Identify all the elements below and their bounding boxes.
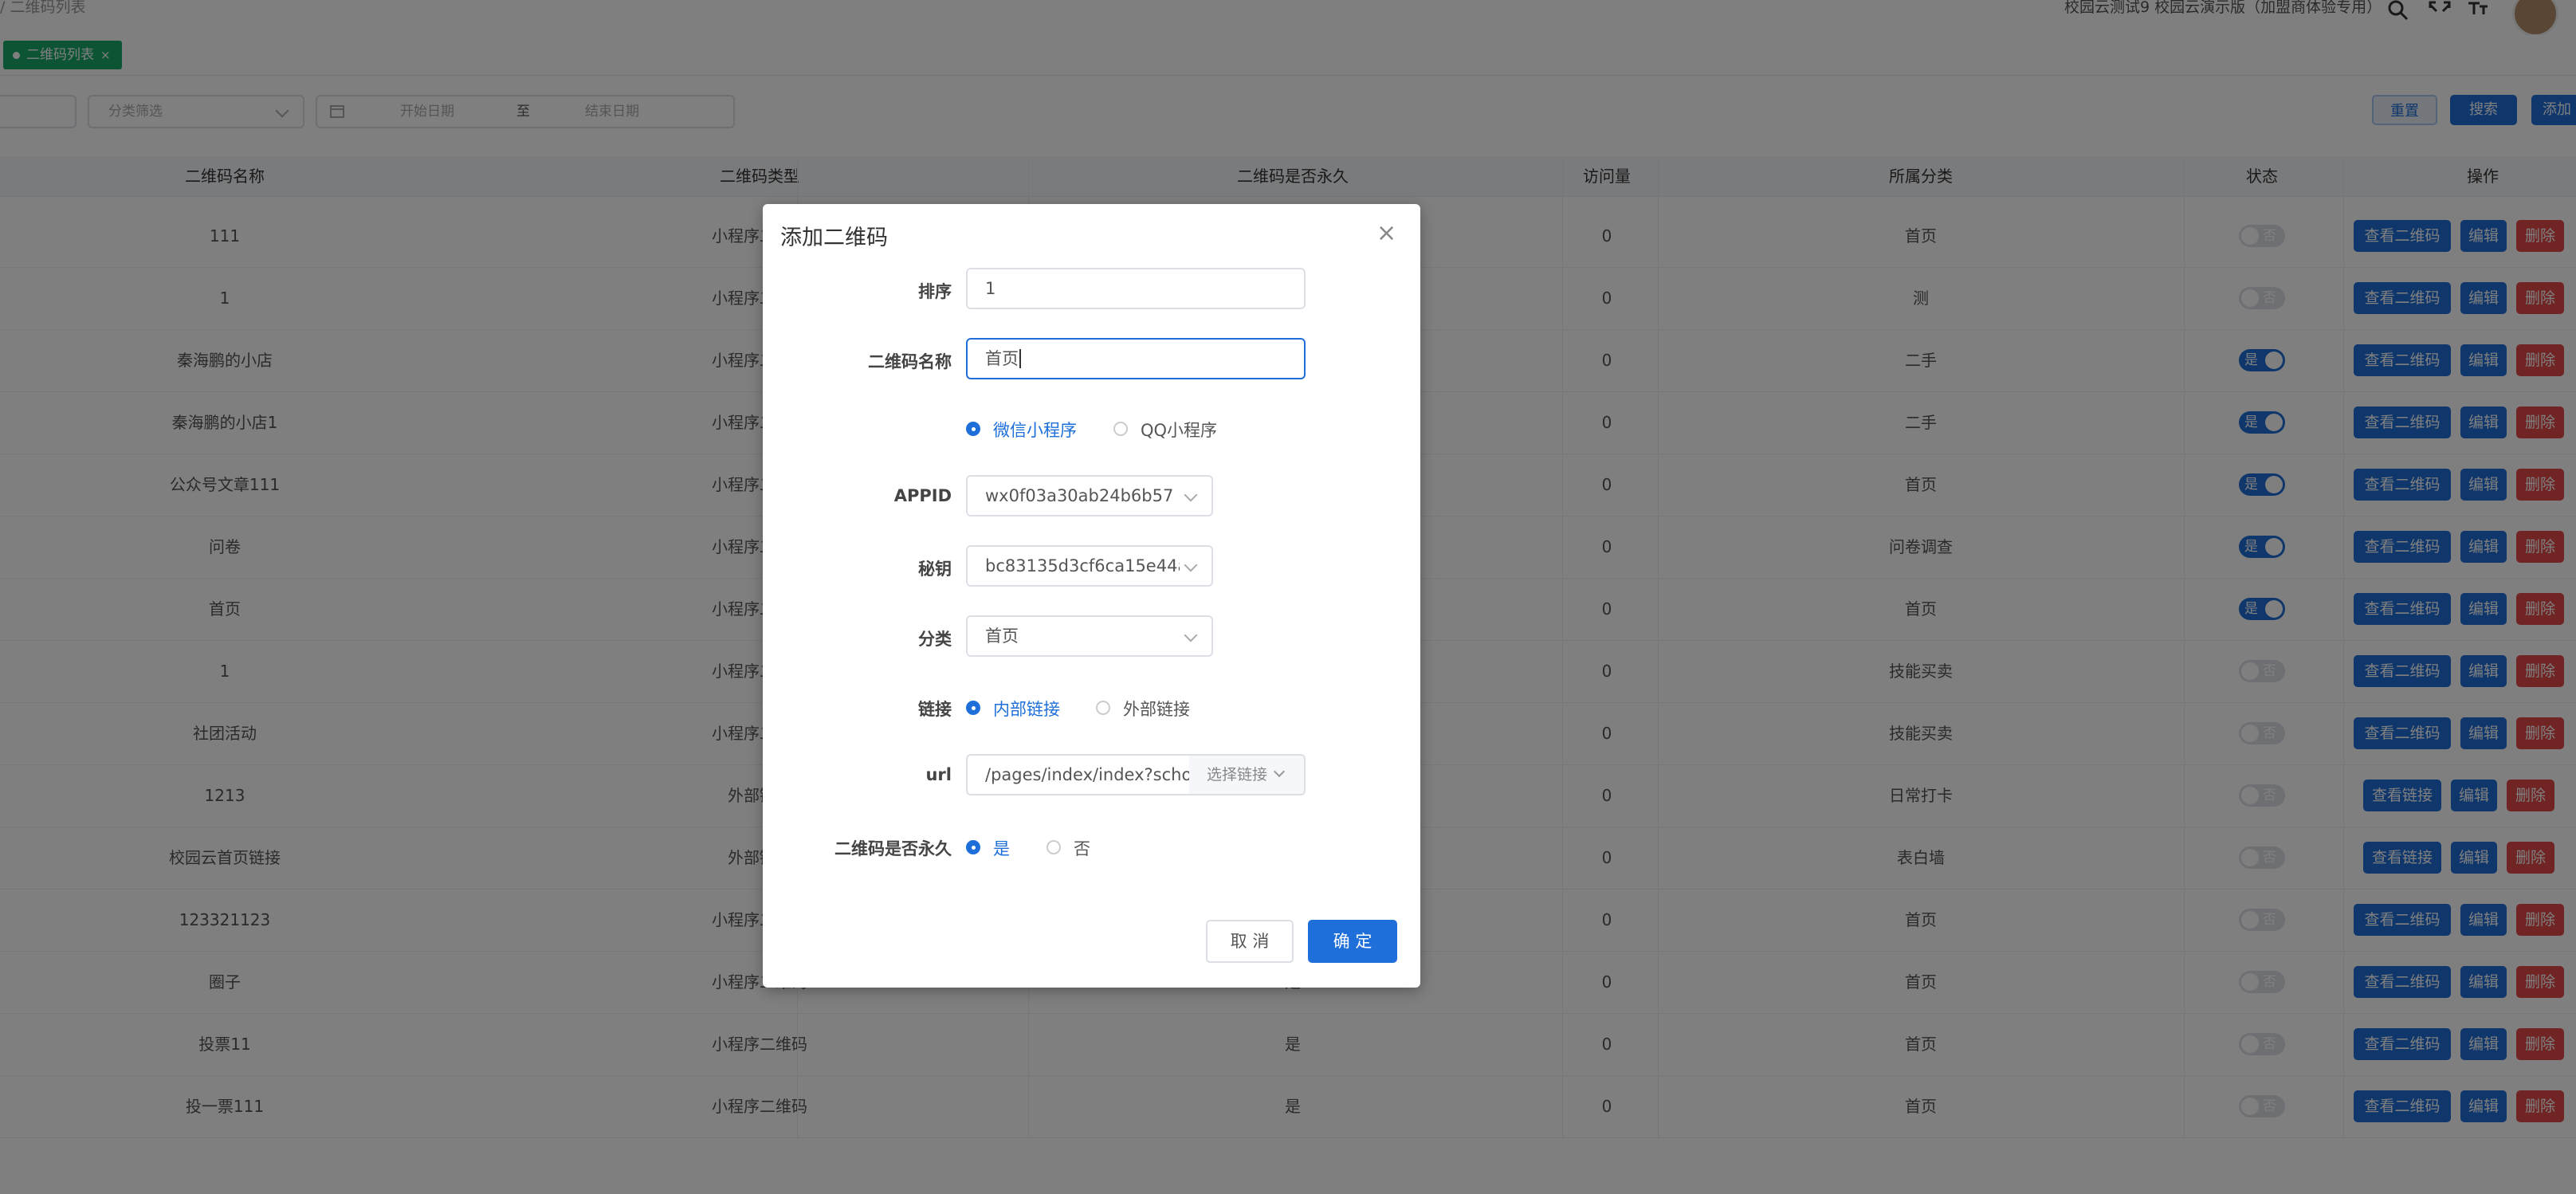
appid-select[interactable]: wx0f03a30ab24b6b57 — [966, 475, 1213, 516]
chevron-down-icon — [1184, 488, 1198, 502]
radio-permanent-no[interactable] — [1046, 840, 1061, 854]
radio-permanent-yes[interactable] — [966, 840, 980, 854]
link-label: 链接 — [918, 700, 952, 719]
chevron-down-icon — [1273, 765, 1286, 778]
confirm-button[interactable]: 确 定 — [1308, 920, 1397, 963]
qrcode-name-label: 二维码名称 — [868, 352, 952, 371]
radio-qq-miniprogram-label[interactable]: QQ小程序 — [1141, 418, 1217, 442]
qrcode-name-value: 首页 — [985, 349, 1019, 368]
category-label: 分类 — [918, 630, 952, 649]
secret-value: bc83135d3cf6ca15e44a8 — [985, 556, 1199, 575]
add-qrcode-dialog: 添加二维码 × 排序 1 二维码名称 首页 微信小程序 QQ小程序 APPID … — [763, 204, 1420, 988]
close-icon[interactable]: × — [1376, 222, 1396, 245]
secret-label: 秘钥 — [918, 560, 952, 579]
radio-external-link-label[interactable]: 外部链接 — [1123, 697, 1190, 721]
radio-internal-link-label[interactable]: 内部链接 — [993, 697, 1060, 721]
permanent-label: 二维码是否永久 — [834, 839, 952, 858]
appid-label: APPID — [893, 486, 952, 505]
select-link-label: 选择链接 — [1207, 766, 1268, 784]
url-input[interactable]: /pages/index/index?scho — [966, 754, 1191, 795]
radio-wechat-miniprogram[interactable] — [966, 422, 980, 436]
radio-permanent-yes-label[interactable]: 是 — [993, 836, 1010, 860]
dialog-title: 添加二维码 — [780, 226, 888, 250]
url-label: url — [925, 765, 952, 784]
cancel-button[interactable]: 取 消 — [1206, 920, 1294, 963]
radio-wechat-miniprogram-label[interactable]: 微信小程序 — [993, 418, 1077, 442]
sort-label: 排序 — [918, 282, 952, 301]
secret-select[interactable]: bc83135d3cf6ca15e44a8 — [966, 545, 1213, 587]
radio-internal-link[interactable] — [966, 701, 980, 715]
appid-value: wx0f03a30ab24b6b57 — [985, 486, 1174, 505]
category-select[interactable]: 首页 — [966, 615, 1213, 657]
radio-external-link[interactable] — [1096, 701, 1110, 715]
select-link-button[interactable]: 选择链接 — [1189, 754, 1306, 795]
radio-permanent-no-label[interactable]: 否 — [1074, 836, 1090, 860]
radio-qq-miniprogram[interactable] — [1113, 422, 1128, 436]
qrcode-name-input[interactable]: 首页 — [966, 338, 1306, 379]
category-value: 首页 — [985, 626, 1019, 646]
chevron-down-icon — [1184, 628, 1198, 642]
sort-input[interactable]: 1 — [966, 268, 1306, 309]
